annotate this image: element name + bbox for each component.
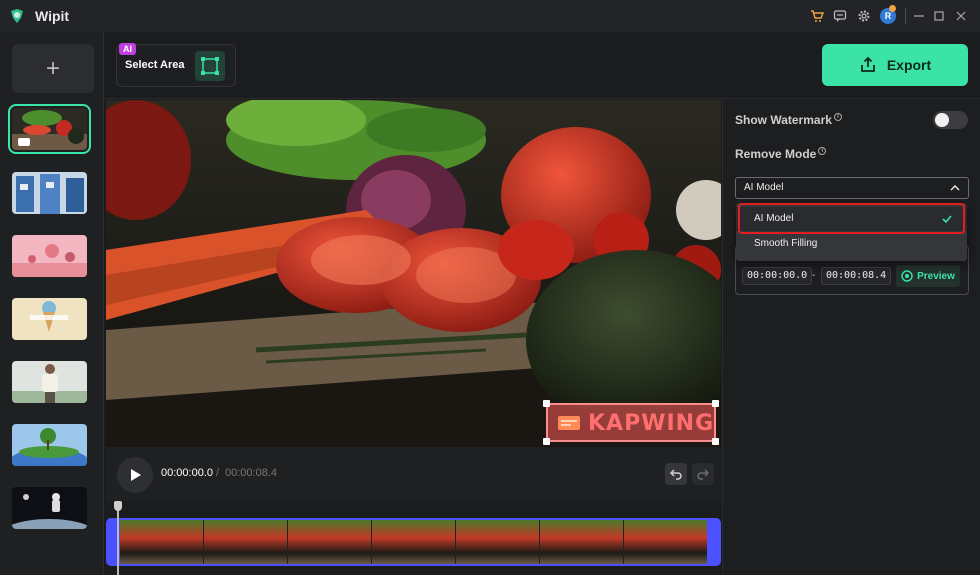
thumbnail-blue-buildings[interactable] [12,172,87,214]
watermark-selection-box[interactable]: KAPWING [543,400,719,445]
player-controls: 00:00:00.0 / 00:00:08.4 [106,447,721,501]
playhead-handle[interactable] [114,501,122,511]
thumbnail-hot-air-balloons[interactable] [12,235,87,277]
undo-icon [669,469,682,480]
close-icon[interactable] [953,8,969,24]
video-preview[interactable]: KAPWING [106,100,721,447]
kapwing-logo-icon [558,416,580,430]
thumbnail-tree[interactable] [12,424,87,466]
avatar-badge-icon [889,5,896,12]
export-button[interactable]: Export [822,44,968,86]
thumbnail-astronaut[interactable] [12,487,87,529]
start-time-input[interactable]: 00:00:00.0 [742,267,813,285]
video-frame [106,100,721,447]
timeline-frame [372,520,456,564]
select-area-label: Select Area [125,59,185,71]
top-toolbar: AI Select Area Export [104,32,980,99]
thumbnail-tomatoes[interactable] [8,104,91,154]
total-time: 00:00:08.4 [225,467,277,479]
show-watermark-toggle[interactable] [933,111,968,129]
minimize-icon[interactable] [911,8,927,24]
clip-sidebar: + [0,32,104,575]
timeline-frame [624,520,707,564]
play-icon [131,469,141,481]
export-label: Export [886,57,932,73]
app-title: Wipit [35,8,70,24]
feedback-icon[interactable] [832,8,848,24]
timeline-frame [204,520,288,564]
preview-button[interactable]: Preview [896,265,960,287]
current-time: 00:00:00.0 [161,467,213,479]
info-icon[interactable]: i [833,113,842,121]
thumbnail-ice-cream[interactable] [12,298,87,340]
cart-icon[interactable] [809,8,825,24]
video-type-icon [18,138,30,146]
settings-gear-icon[interactable] [856,8,872,24]
remove-mode-label: Remove Mode i [735,147,827,161]
timeline-frame [540,520,624,564]
ai-badge: AI [119,43,136,55]
timeline[interactable] [106,501,721,575]
titlebar-divider [905,8,906,24]
title-bar: Wipit R [0,0,980,32]
resize-handle-bottom-right[interactable] [712,438,719,445]
timeline-frame [456,520,540,564]
range-dash: - [812,270,816,281]
select-area-button[interactable]: AI Select Area [116,43,236,87]
highlight-annotation [738,203,965,234]
timeline-clip-strip[interactable] [106,518,721,566]
undo-button[interactable] [665,463,687,485]
remove-mode-select[interactable]: AI Model [735,177,969,199]
info-icon[interactable]: i [818,147,827,155]
timeline-frame [288,520,372,564]
resize-handle-bottom-left[interactable] [543,438,550,445]
eye-icon [901,270,913,282]
sidebar-divider [103,32,104,575]
remove-mode-value: AI Model [744,182,784,193]
end-time-input[interactable]: 00:00:08.4 [821,267,892,285]
timeline-frame [120,520,204,564]
redo-button[interactable] [692,463,714,485]
settings-panel: Show Watermark i Remove Mode i AI Model 00… [722,100,980,575]
playhead-line[interactable] [117,501,119,575]
option-label: Smooth Filling [754,238,818,249]
show-watermark-label: Show Watermark i [735,113,842,127]
play-button[interactable] [117,457,153,493]
thumbnail-person[interactable] [12,361,87,403]
selection-box-icon [195,51,225,81]
preview-label: Preview [917,270,955,282]
export-icon [860,56,875,72]
wipit-logo-icon [11,9,23,23]
maximize-icon[interactable] [931,8,947,24]
add-video-button[interactable]: + [12,44,94,93]
chevron-up-icon [950,185,960,191]
resize-handle-top-left[interactable] [543,400,550,407]
time-separator: / [216,467,220,479]
redo-icon [697,469,710,480]
resize-handle-top-right[interactable] [712,400,719,407]
toggle-knob [935,113,949,127]
dropdown-option-smooth-filling[interactable]: Smooth Filling [736,232,967,256]
watermark-text: KAPWING [588,411,715,436]
